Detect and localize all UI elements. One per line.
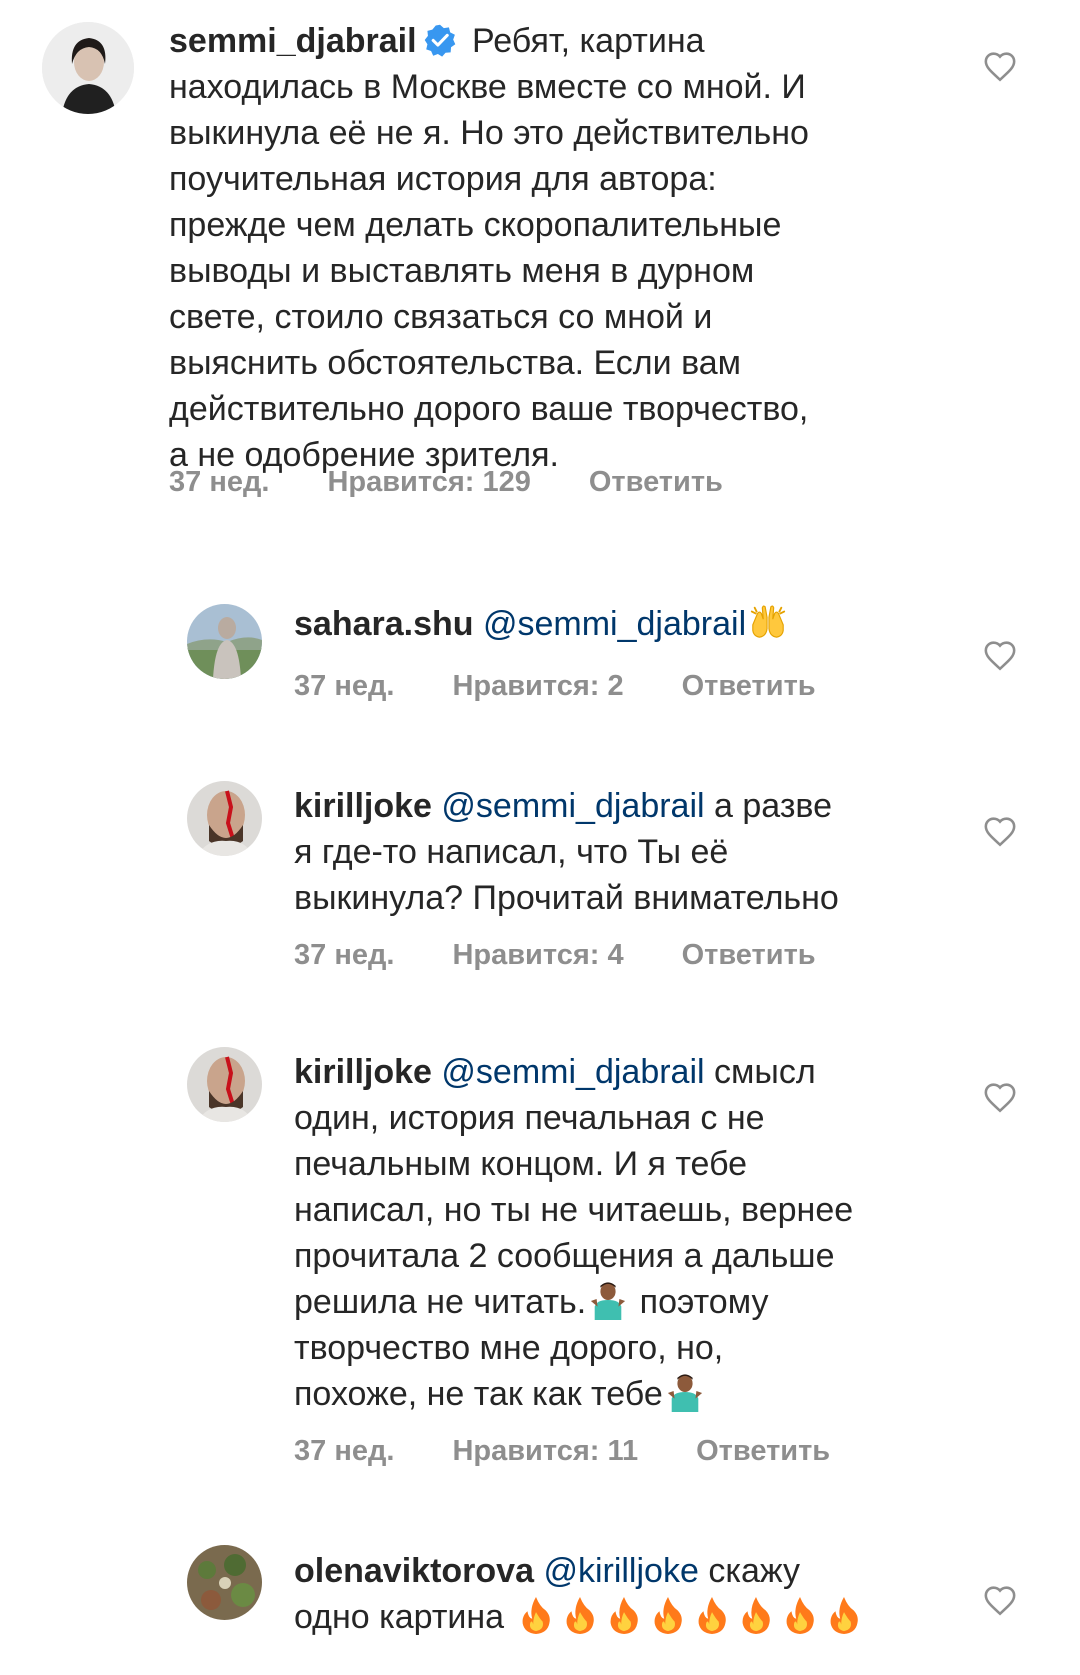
mention-link[interactable]: @semmi_djabrail [441,1053,704,1091]
comment-line: одно картина [294,1598,505,1636]
likes-count[interactable]: Нравится: 4 [452,939,623,971]
comment-line: а разве [714,787,833,825]
avatar[interactable] [42,22,134,114]
fire-emoji-icon [517,1594,555,1636]
comment-line: поэтому [639,1283,769,1321]
like-heart-icon[interactable] [983,815,1017,849]
comment-time: 37 нед. [294,670,395,702]
comment-line: выкинула? Прочитай внимательно [294,879,839,917]
comment-time: 37 нед. [169,466,270,498]
reply-button[interactable]: Ответить [589,466,723,498]
fire-emoji-icon [781,1594,819,1636]
username[interactable]: semmi_djabrail [169,22,417,60]
raising-hands-emoji-icon [749,601,787,643]
like-heart-icon[interactable] [983,1081,1017,1115]
fire-emoji-icon [825,1594,863,1636]
comment-text: semmi_djabrail Ребят, картина находилась… [169,18,1049,478]
like-heart-icon[interactable] [983,639,1017,673]
comment-line: находилась в Москве вместе со мной. И [169,68,806,106]
fire-emoji-row [514,1596,866,1636]
username[interactable]: kirilljoke [294,1053,432,1091]
comment-meta: 37 нед. Нравится: 4 Ответить [294,939,874,972]
mention-link[interactable]: @semmi_djabrail [483,605,746,643]
comment-text: kirilljoke @semmi_djabrail смысл один, и… [294,1049,1014,1417]
comment-line: выкинула её не я. Но это действительно [169,114,809,152]
comment-line: смысл [714,1053,816,1091]
verified-badge-icon [423,23,457,57]
comment-line: скажу [708,1552,800,1590]
likes-count[interactable]: Нравится: 2 [452,670,623,702]
comment-line: поучительная история для автора: [169,160,717,198]
fire-emoji-icon [737,1594,775,1636]
comment-line: прежде чем делать скоропалительные [169,206,782,244]
mention-link[interactable]: @kirilljoke [543,1552,698,1590]
comment-line: выводы и выставлять меня в дурном [169,252,755,290]
username[interactable]: olenaviktorova [294,1552,534,1590]
reply-button[interactable]: Ответить [682,939,816,971]
avatar[interactable] [187,1047,262,1122]
comment-text: sahara.shu @semmi_djabrail [294,601,994,647]
comment-line: свете, стоило связаться со мной и [169,298,713,336]
avatar[interactable] [187,1545,262,1620]
username[interactable]: kirilljoke [294,787,432,825]
comment-line: творчество мне дорого, но, [294,1329,724,1367]
fire-emoji-icon [693,1594,731,1636]
likes-count[interactable]: Нравится: 129 [327,466,530,498]
like-heart-icon[interactable] [983,1584,1017,1618]
comment-line: Ребят, картина [472,22,705,60]
mention-link[interactable]: @semmi_djabrail [441,787,704,825]
person-shrugging-emoji-icon [666,1371,704,1413]
comment-line: похоже, не так как тебе [294,1375,663,1413]
comment-time: 37 нед. [294,1435,395,1467]
comment-time: 37 нед. [294,939,395,971]
comment-line: прочитала 2 сообщения а дальше [294,1237,835,1275]
like-heart-icon[interactable] [983,50,1017,84]
comment-meta: 37 нед. Нравится: 2 Ответить [294,670,874,703]
fire-emoji-icon [561,1594,599,1636]
fire-emoji-icon [605,1594,643,1636]
comment-text: kirilljoke @semmi_djabrail а разве я где… [294,783,994,921]
likes-count[interactable]: Нравится: 11 [452,1435,638,1467]
comment-line: выяснить обстоятельства. Если вам [169,344,742,382]
person-shrugging-emoji-icon [589,1279,627,1321]
comment-line: печальным концом. И я тебе [294,1145,748,1183]
reply-button[interactable]: Ответить [682,670,816,702]
comment-meta: 37 нед. Нравится: 129 Ответить [169,466,781,499]
avatar[interactable] [187,604,262,679]
comment-line: я где-то написал, что Ты её [294,833,729,871]
avatar[interactable] [187,781,262,856]
username[interactable]: sahara.shu [294,605,474,643]
comment-meta: 37 нед. Нравится: 11 Ответить [294,1435,888,1468]
comment-line: написал, но ты не читаешь, вернее [294,1191,854,1229]
comment-text: olenaviktorova @kirilljoke скажу одно ка… [294,1548,1014,1640]
comment-line: решила не читать. [294,1283,587,1321]
comment-line: один, история печальная с не [294,1099,765,1137]
fire-emoji-icon [649,1594,687,1636]
comment-line: действительно дорого ваше творчество, [169,390,809,428]
reply-button[interactable]: Ответить [696,1435,830,1467]
